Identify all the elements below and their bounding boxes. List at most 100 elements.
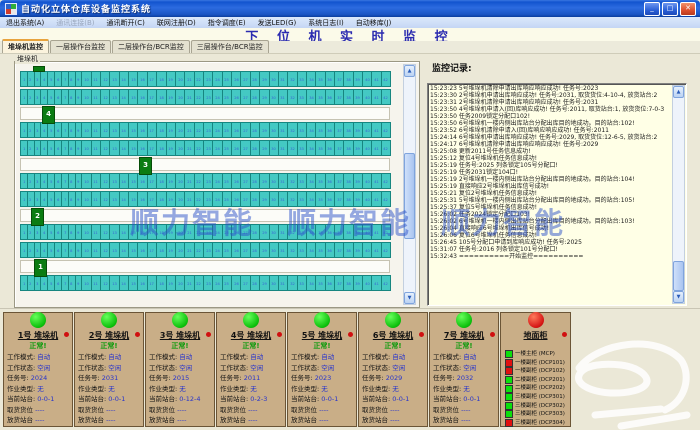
rack-cell-number: 23 <box>206 179 211 184</box>
title-bar[interactable]: 自动化立体仓库设备监控系统 _ □ ✕ <box>0 0 700 17</box>
rack-cell-number: 11 <box>94 128 99 133</box>
machine-panel-7: 7号 堆垛机正常!工作模式: 自动工作状态: 空闲任务号: 2032作业类型: … <box>429 312 499 427</box>
rack-cell-number: 34 <box>309 248 314 253</box>
rack-cell[interactable]: 42 <box>381 191 391 207</box>
rack-cell-number: 11 <box>94 248 99 253</box>
machine-field: 作业类型: 无 <box>149 384 212 395</box>
rack-cell-number: 12 <box>103 77 108 82</box>
field-value: ---- <box>35 416 44 424</box>
maximize-button[interactable]: □ <box>662 2 678 16</box>
tab-二层操作台/BCR监控[interactable]: 二层操作台/BCR监控 <box>112 40 190 53</box>
tab-三层操作台/BCR监控[interactable]: 三层操作台/BCR监控 <box>191 40 269 53</box>
scroll-down-icon[interactable]: ▼ <box>673 291 684 303</box>
rack-cell-number: 29 <box>262 95 267 100</box>
rack-cell-number: 30 <box>271 197 276 202</box>
field-label: 工作模式: <box>362 353 392 361</box>
rack-cell[interactable]: 42 <box>381 140 391 156</box>
field-label: 放货站台 <box>433 416 461 424</box>
rack-cell-number: 26 <box>234 128 239 133</box>
rack-scrollbar[interactable]: ▲ ▼ <box>403 64 416 305</box>
rack-cell-number: 1 <box>23 146 25 151</box>
rack-cell-number: 17 <box>150 230 155 235</box>
rack-cell-number: 13 <box>112 248 117 253</box>
minimize-button[interactable]: _ <box>644 2 660 16</box>
scroll-up-icon[interactable]: ▲ <box>673 86 684 98</box>
rack-cell-number: 31 <box>281 179 286 184</box>
rack-cell-number: 12 <box>103 197 108 202</box>
tab-一层操作台监控[interactable]: 一层操作台监控 <box>50 40 111 53</box>
rack-cell-number: 38 <box>346 146 351 151</box>
machine-field: 任务号: 2031 <box>78 373 141 384</box>
rack-cell[interactable]: 42 <box>381 275 391 291</box>
rack-cell-number: 5 <box>50 146 52 151</box>
rack-row: 1234567891011121314151617181920212223242… <box>20 275 390 291</box>
machine-field: 取货货位 ---- <box>291 405 354 416</box>
scrollbar-thumb[interactable] <box>673 261 684 291</box>
rack-cell-number: 11 <box>94 230 99 235</box>
rack-cell[interactable]: 42 <box>381 89 391 105</box>
rack-cell-number: 15 <box>131 128 136 133</box>
rack-cell-number: 20 <box>178 179 183 184</box>
field-value: 2011 <box>244 374 261 382</box>
machine-fields: 工作模式: 自动工作状态: 空闲任务号: 2032作业类型: 无当前站台: 0-… <box>433 352 496 426</box>
rack-cell[interactable]: 42 <box>381 242 391 258</box>
crane-2[interactable]: 2 <box>31 208 44 226</box>
crane-1[interactable]: 1 <box>34 259 47 277</box>
rack-cell-number: 25 <box>225 248 230 253</box>
scroll-down-icon[interactable]: ▼ <box>404 292 415 304</box>
machine-status: 正常! <box>217 341 285 351</box>
log-entry: 15:26:06 复位6号堆垛机任务信息成功! <box>430 232 674 239</box>
rack-cell[interactable]: 42 <box>381 71 391 87</box>
rack-cell-number: 13 <box>112 179 117 184</box>
rack-cell-number: 33 <box>299 230 304 235</box>
rack-cell[interactable]: 42 <box>381 224 391 240</box>
rack-cell-number: 37 <box>337 230 342 235</box>
log-entry: 15:25:21 复位2号堆垛机任务信息成功! <box>430 190 674 197</box>
rack-row: 1234567891011121314151617181920212223242… <box>20 242 390 258</box>
rack-cell-number: 26 <box>234 146 239 151</box>
rack-cell-number: 28 <box>253 248 258 253</box>
rack-cell[interactable]: 42 <box>381 122 391 138</box>
field-label: 工作状态: <box>433 364 463 372</box>
sketch-watermark <box>565 316 700 430</box>
field-label: 放货站台 <box>149 416 177 424</box>
rack-cell-number: 22 <box>197 95 202 100</box>
field-value: 无 <box>108 385 115 393</box>
field-label: 当前站台: <box>78 395 108 403</box>
window-title: 自动化立体仓库设备监控系统 <box>21 2 151 15</box>
field-label: 作业类型: <box>220 385 250 393</box>
rack-cell-number: 2 <box>30 197 32 202</box>
field-value: 2023 <box>315 374 332 382</box>
rack-cell-number: 24 <box>215 179 220 184</box>
rack-cell-number: 2 <box>30 128 32 133</box>
log-entry: 15:24:17 6号堆垛机清除申请出库响应响应成功! 任务号:2029 <box>430 141 674 148</box>
field-label: 作业类型: <box>7 385 37 393</box>
rack-cell-number: 4 <box>43 281 45 286</box>
rack-cell-number: 10 <box>84 128 89 133</box>
rack-cell-number: 4 <box>43 146 45 151</box>
rack-cell-number: 22 <box>197 146 202 151</box>
log-scrollbar[interactable]: ▲ ▼ <box>672 85 685 304</box>
rack-cell-number: 21 <box>187 197 192 202</box>
field-value: 2032 <box>457 374 474 382</box>
field-label: 作业类型: <box>362 385 392 393</box>
rack-cell[interactable]: 42 <box>381 173 391 189</box>
machine-field: 取货货位 ---- <box>149 405 212 416</box>
crane-4[interactable]: 4 <box>42 106 55 124</box>
machine-field: 工作状态: 空闲 <box>7 363 70 374</box>
field-value: 空闲 <box>463 364 476 372</box>
rack-cell-number: 28 <box>253 281 258 286</box>
log-listbox[interactable]: 15:23:23 5号堆垛机清除申请出库响应响应成功! 任务号:202315:2… <box>427 83 687 306</box>
machine-field: 当前站台: 0-0-1 <box>78 394 141 405</box>
scrollbar-thumb[interactable] <box>404 153 415 239</box>
machine-status: 正常! <box>288 341 356 351</box>
rack-cell-number: 13 <box>112 146 117 151</box>
rack-cell-number: 41 <box>374 146 379 151</box>
scroll-up-icon[interactable]: ▲ <box>404 65 415 77</box>
rack-cell-number: 24 <box>215 77 220 82</box>
crane-3[interactable]: 3 <box>139 157 152 175</box>
rack-cell-number: 28 <box>253 128 258 133</box>
tab-堆垛机监控[interactable]: 堆垛机监控 <box>2 39 49 53</box>
close-button[interactable]: ✕ <box>680 2 696 16</box>
rack-cell-number: 37 <box>337 95 342 100</box>
